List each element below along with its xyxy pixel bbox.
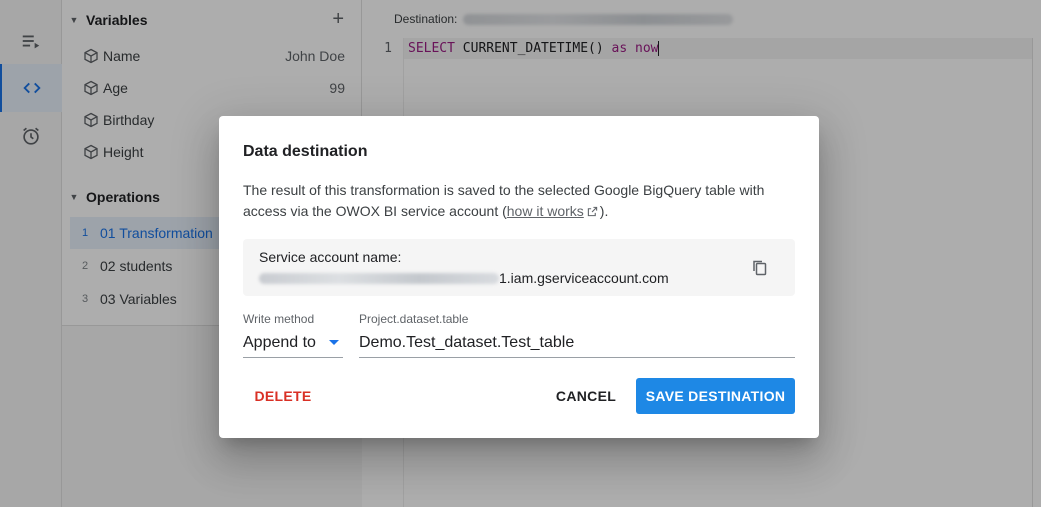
copy-icon[interactable] [751, 259, 769, 277]
how-it-works-link[interactable]: how it works [507, 203, 584, 219]
dialog-title: Data destination [243, 143, 368, 160]
cancel-button[interactable]: CANCEL [547, 378, 625, 414]
description-end: ). [599, 203, 609, 219]
table-input-value: Demo.Test_dataset.Test_table [359, 334, 575, 351]
data-destination-dialog: Data destination The result of this tran… [219, 116, 819, 438]
external-link-icon [587, 206, 597, 217]
dialog-description: The result of this transformation is sav… [243, 180, 793, 222]
service-account-redacted [259, 272, 499, 284]
write-method-value: Append to [243, 334, 316, 351]
save-destination-button[interactable]: SAVE DESTINATION [636, 378, 795, 414]
delete-button[interactable]: DELETE [243, 378, 323, 414]
write-method-select[interactable]: Append to [243, 329, 343, 358]
write-method-label: Write method [243, 312, 315, 326]
dropdown-arrow-icon [329, 340, 339, 345]
service-account-label: Service account name: [259, 249, 402, 265]
service-account-suffix: 1.iam.gserviceaccount.com [499, 270, 669, 286]
service-account-value: 1.iam.gserviceaccount.com [259, 270, 669, 286]
description-text: The result of this transformation is sav… [243, 182, 765, 219]
table-label: Project.dataset.table [359, 312, 469, 326]
service-account-box: Service account name: 1.iam.gserviceacco… [243, 239, 795, 296]
table-input[interactable]: Demo.Test_dataset.Test_table [359, 329, 795, 358]
